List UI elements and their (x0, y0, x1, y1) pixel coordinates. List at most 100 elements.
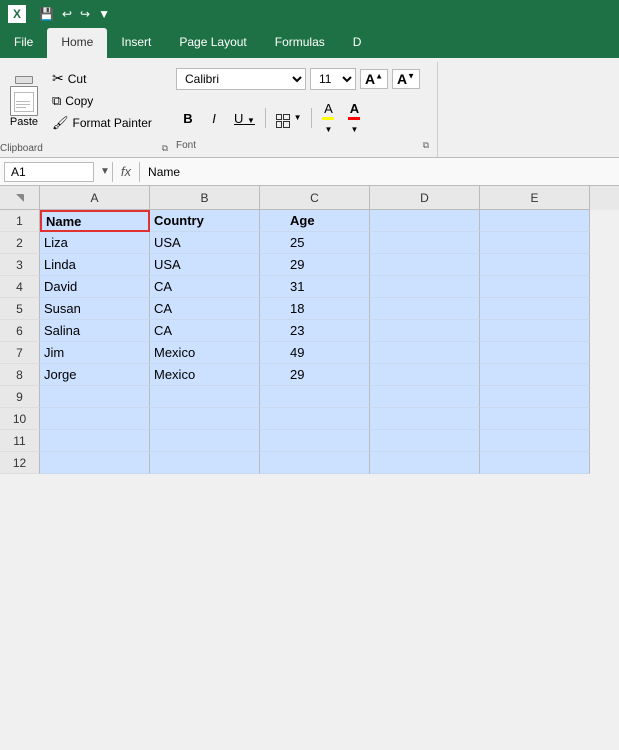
cell-12-e[interactable] (480, 452, 590, 474)
cell-3-d[interactable] (370, 254, 480, 276)
font-name-select[interactable]: Calibri (176, 68, 306, 90)
cell-8-a[interactable]: Jorge (40, 364, 150, 386)
cell-reference-box[interactable]: A1 (4, 162, 94, 182)
cell-9-d[interactable] (370, 386, 480, 408)
cell-4-b[interactable]: CA (150, 276, 260, 298)
cell-5-a[interactable]: Susan (40, 298, 150, 320)
cell-12-b[interactable] (150, 452, 260, 474)
cell-2-d[interactable] (370, 232, 480, 254)
tab-formulas[interactable]: Formulas (261, 28, 339, 58)
col-header-d[interactable]: D (370, 186, 480, 210)
cell-6-d[interactable] (370, 320, 480, 342)
cell-9-a[interactable] (40, 386, 150, 408)
cell-3-a[interactable]: Linda (40, 254, 150, 276)
row-number[interactable]: 8 (0, 364, 40, 386)
cell-2-a[interactable]: Liza (40, 232, 150, 254)
cell-1-c[interactable]: Age (260, 210, 370, 232)
cell-9-c[interactable] (260, 386, 370, 408)
cell-5-d[interactable] (370, 298, 480, 320)
save-button[interactable]: 💾 (36, 7, 57, 21)
formula-input[interactable] (140, 163, 619, 181)
cell-4-c[interactable]: 31 (260, 276, 370, 298)
cell-6-e[interactable] (480, 320, 590, 342)
row-number[interactable]: 7 (0, 342, 40, 364)
cell-11-b[interactable] (150, 430, 260, 452)
row-number[interactable]: 4 (0, 276, 40, 298)
fill-dropdown-icon[interactable]: ▼ (325, 125, 333, 134)
bold-button[interactable]: B (176, 108, 200, 129)
paste-button[interactable]: Paste (0, 70, 48, 132)
cell-1-b[interactable]: Country (150, 210, 260, 232)
cell-6-b[interactable]: CA (150, 320, 260, 342)
cell-1-d[interactable] (370, 210, 480, 232)
cell-2-b[interactable]: USA (150, 232, 260, 254)
row-number[interactable]: 6 (0, 320, 40, 342)
borders-dropdown-icon[interactable]: ▼ (294, 113, 302, 122)
cell-10-d[interactable] (370, 408, 480, 430)
cell-11-d[interactable] (370, 430, 480, 452)
cell-11-e[interactable] (480, 430, 590, 452)
cell-8-d[interactable] (370, 364, 480, 386)
tab-more[interactable]: D (339, 28, 376, 58)
underline-dropdown-arrow[interactable]: ▼ (247, 116, 255, 125)
col-header-c[interactable]: C (260, 186, 370, 210)
cell-7-b[interactable]: Mexico (150, 342, 260, 364)
cell-1-a[interactable]: Name (40, 210, 150, 232)
cell-6-a[interactable]: Salina (40, 320, 150, 342)
tab-home[interactable]: Home (47, 28, 107, 58)
font-color-dropdown-icon[interactable]: ▼ (351, 125, 359, 134)
cell-10-e[interactable] (480, 408, 590, 430)
undo-button[interactable]: ↩ (59, 7, 75, 21)
cell-7-d[interactable] (370, 342, 480, 364)
cell-5-e[interactable] (480, 298, 590, 320)
cell-12-d[interactable] (370, 452, 480, 474)
cell-11-c[interactable] (260, 430, 370, 452)
cell-2-c[interactable]: 25 (260, 232, 370, 254)
cell-12-c[interactable] (260, 452, 370, 474)
format-painter-button[interactable]: 🖌 Format Painter (48, 113, 168, 133)
cell-9-b[interactable] (150, 386, 260, 408)
cell-4-d[interactable] (370, 276, 480, 298)
borders-button[interactable]: ▼ (270, 105, 308, 131)
tab-file[interactable]: File (0, 28, 47, 58)
cell-ref-dropdown[interactable]: ▼ (98, 166, 112, 177)
cell-11-a[interactable] (40, 430, 150, 452)
cell-4-a[interactable]: David (40, 276, 150, 298)
col-header-b[interactable]: B (150, 186, 260, 210)
row-number[interactable]: 11 (0, 430, 40, 452)
font-shrink-button[interactable]: A▼ (392, 69, 420, 89)
font-expand-icon[interactable]: ⧉ (423, 140, 429, 151)
cell-6-c[interactable]: 23 (260, 320, 370, 342)
cell-2-e[interactable] (480, 232, 590, 254)
col-header-a[interactable]: A (40, 186, 150, 210)
fill-color-button[interactable]: A ▼ (316, 98, 340, 138)
col-header-e[interactable]: E (480, 186, 590, 210)
tab-page-layout[interactable]: Page Layout (165, 28, 260, 58)
cell-10-b[interactable] (150, 408, 260, 430)
cell-1-e[interactable] (480, 210, 590, 232)
cell-3-b[interactable]: USA (150, 254, 260, 276)
qat-dropdown-button[interactable]: ▼ (95, 7, 113, 21)
font-grow-button[interactable]: A▲ (360, 69, 388, 89)
cell-9-e[interactable] (480, 386, 590, 408)
select-all-button[interactable] (0, 186, 40, 210)
cell-10-c[interactable] (260, 408, 370, 430)
italic-button[interactable]: I (202, 108, 226, 129)
cell-3-c[interactable]: 29 (260, 254, 370, 276)
row-number[interactable]: 5 (0, 298, 40, 320)
cell-12-a[interactable] (40, 452, 150, 474)
copy-button[interactable]: ⧉ Copy (48, 91, 168, 111)
row-number[interactable]: 1 (0, 210, 40, 232)
row-number[interactable]: 9 (0, 386, 40, 408)
row-number[interactable]: 3 (0, 254, 40, 276)
font-color-button[interactable]: A ▼ (342, 98, 366, 138)
cell-10-a[interactable] (40, 408, 150, 430)
font-size-select[interactable]: 11 (310, 68, 356, 90)
row-number[interactable]: 2 (0, 232, 40, 254)
cell-4-e[interactable] (480, 276, 590, 298)
cell-7-a[interactable]: Jim (40, 342, 150, 364)
underline-button[interactable]: U ▼ (228, 108, 261, 129)
row-number[interactable]: 12 (0, 452, 40, 474)
cell-5-b[interactable]: CA (150, 298, 260, 320)
cell-8-b[interactable]: Mexico (150, 364, 260, 386)
